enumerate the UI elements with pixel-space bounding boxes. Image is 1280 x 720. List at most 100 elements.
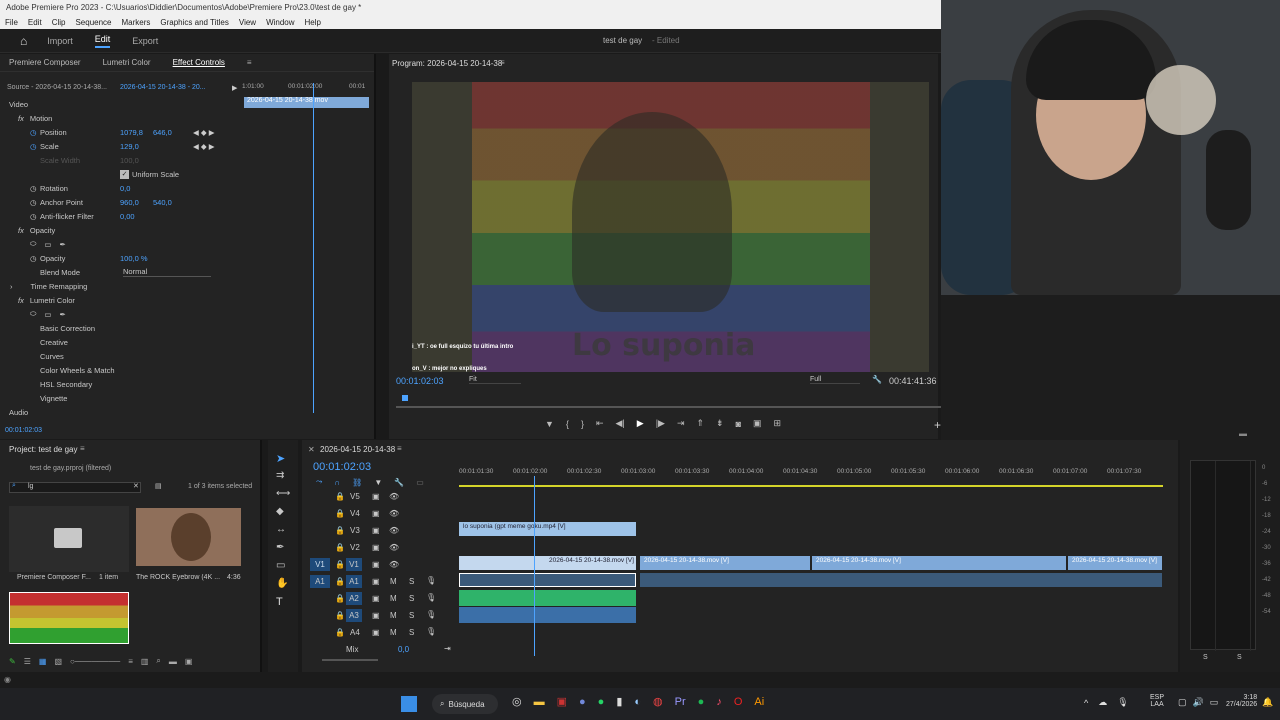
windows-start-icon[interactable] <box>401 696 417 712</box>
mic-icon[interactable]: 🎙 <box>426 593 436 602</box>
lumetri-effect-row[interactable]: fx Lumetri Color <box>0 293 240 307</box>
rect-mask-icon[interactable]: ▭ <box>44 240 51 249</box>
lumetri-item[interactable]: Color Wheels & Match <box>0 363 240 377</box>
menu-help[interactable]: Help <box>305 18 321 27</box>
stopwatch-icon[interactable]: ◷ <box>30 142 37 151</box>
mix-value[interactable]: 0,0 <box>398 645 409 654</box>
clear-search-icon[interactable]: ✕ <box>133 482 139 490</box>
timeline-audio-clip[interactable] <box>459 607 636 623</box>
camera-icon[interactable]: ◙ <box>736 419 741 429</box>
source-selector[interactable]: Source - 2026-04-15 20-14-38... <box>7 84 115 91</box>
obs-icon[interactable]: ◎ <box>512 695 522 708</box>
ec-playhead[interactable] <box>313 83 314 413</box>
hand-tool-icon[interactable]: ✋ <box>276 578 288 589</box>
mute-button[interactable]: M <box>390 577 397 586</box>
scale-value[interactable]: 129,0 <box>120 142 139 151</box>
quality-select[interactable]: Full <box>810 376 860 384</box>
add-button[interactable]: + <box>934 418 941 432</box>
game-icon[interactable]: ▣ <box>557 695 567 708</box>
clip-thumbnail[interactable] <box>136 508 241 566</box>
tab-premiere-composer[interactable]: Premiere Composer <box>9 58 81 67</box>
mark-in-icon[interactable]: { <box>566 419 569 429</box>
tiktok-icon[interactable]: ♪ <box>716 696 722 708</box>
icon-view-icon[interactable]: ▦ <box>39 657 47 666</box>
rectangle-tool-icon[interactable]: ▭ <box>276 560 285 571</box>
eye-icon[interactable]: 👁 <box>389 560 399 569</box>
menu-sequence[interactable]: Sequence <box>75 18 111 27</box>
menu-graphics[interactable]: Graphics and Titles <box>160 18 228 27</box>
notification-icon[interactable]: 🔔 <box>1262 697 1273 708</box>
selected-clip-thumbnail[interactable] <box>9 592 129 644</box>
timeline-clip-v3[interactable]: lo suponia (gpt meme goku.mp4 [V] <box>459 522 636 536</box>
discord-icon[interactable]: ● <box>579 696 586 708</box>
fit-select[interactable]: Fit <box>469 376 521 384</box>
taskbar-search[interactable]: ⌕ Búsqueda <box>432 694 498 714</box>
new-item-icon[interactable]: ▣ <box>185 657 193 666</box>
program-timecode[interactable]: 00:01:02:03 <box>396 376 444 386</box>
opera-icon[interactable]: O <box>734 696 743 708</box>
lock-icon[interactable]: 🔒 <box>335 577 345 586</box>
lock-icon[interactable]: 🔒 <box>335 594 345 603</box>
timeline-audio-clip[interactable] <box>459 590 636 606</box>
program-video-frame[interactable]: Lo suponia i_YT : oe full esquizo tu últ… <box>412 82 929 372</box>
multicam-icon[interactable]: ⊞ <box>774 418 782 429</box>
panel-menu-icon[interactable]: ≡ <box>397 444 402 453</box>
source-patch-a1[interactable]: A1 <box>310 575 330 588</box>
mute-button[interactable]: M <box>390 611 397 620</box>
steam-icon[interactable]: ◐ <box>634 696 641 708</box>
blend-mode-select[interactable]: Normal <box>123 267 211 277</box>
mic-icon[interactable]: 🎙 <box>1117 697 1128 708</box>
track-select-tool-icon[interactable]: ⇉ <box>276 470 284 481</box>
anchor-x-value[interactable]: 960,0 <box>120 198 139 207</box>
pen-mask-icon[interactable]: ✒ <box>60 310 66 319</box>
program-scrubber[interactable] <box>396 406 946 408</box>
go-to-in-icon[interactable]: ⇤ <box>596 418 604 429</box>
freeform-view-icon[interactable]: ▧ <box>54 657 62 666</box>
eye-icon[interactable]: 👁 <box>389 543 399 552</box>
lock-icon[interactable]: 🔒 <box>335 628 345 637</box>
timeline-clip-v1[interactable]: 2026-04-15 20-14-38.mov [V] <box>640 556 810 570</box>
wrench-icon[interactable]: 🔧 <box>872 375 882 384</box>
stopwatch-icon[interactable]: ◷ <box>30 128 37 137</box>
toggle-sync-icon[interactable]: ▣ <box>372 560 380 569</box>
stopwatch-icon[interactable]: ◷ <box>30 212 37 221</box>
timeline-zoom-scrollbar[interactable] <box>322 659 378 661</box>
track-label[interactable]: A1 <box>346 575 362 588</box>
settings-icon[interactable]: 🔧 <box>394 478 404 487</box>
solo-button[interactable]: S <box>409 577 414 586</box>
compare-icon[interactable]: ▣ <box>753 418 762 429</box>
menu-edit[interactable]: Edit <box>28 18 42 27</box>
stopwatch-icon[interactable]: ◷ <box>30 198 37 207</box>
timeline-timecode[interactable]: 00:01:02:03 <box>313 461 371 473</box>
marker-icon[interactable]: ▼ <box>545 419 554 429</box>
rect-mask-icon[interactable]: ▭ <box>44 310 51 319</box>
go-to-end-icon[interactable]: ⇥ <box>444 644 451 653</box>
ripple-edit-tool-icon[interactable]: ⟷ <box>276 488 290 499</box>
chrome-icon[interactable]: ◍ <box>653 695 663 708</box>
solo-button[interactable]: S <box>409 628 414 637</box>
new-bin-icon[interactable]: ▤ <box>155 482 162 490</box>
snap-icon[interactable]: ∩ <box>334 478 340 487</box>
cloud-icon[interactable]: ☁ <box>1098 697 1107 708</box>
timeline-playhead[interactable] <box>534 476 535 656</box>
eye-icon[interactable]: 👁 <box>389 526 399 535</box>
tab-export[interactable]: Export <box>132 36 158 46</box>
type-tool-icon[interactable]: T <box>276 596 283 608</box>
epic-games-icon[interactable]: ▮ <box>616 695 622 708</box>
toggle-sync-icon[interactable]: ▣ <box>372 611 380 620</box>
premiere-icon[interactable]: Pr <box>675 696 686 708</box>
spotify-icon[interactable]: ● <box>698 696 705 708</box>
lock-icon[interactable]: 🔒 <box>335 543 345 552</box>
motion-effect-row[interactable]: fx Motion <box>0 111 240 125</box>
toggle-sync-icon[interactable]: ▣ <box>372 628 380 637</box>
go-to-out-icon[interactable]: ⇥ <box>677 418 685 429</box>
home-icon[interactable]: ⌂ <box>20 34 27 48</box>
find-icon[interactable]: ⌕ <box>156 656 160 666</box>
file-explorer-icon[interactable]: ▬ <box>534 696 545 708</box>
list-view-icon[interactable]: ☰ <box>24 657 31 666</box>
captions-icon[interactable]: ▭ <box>416 478 424 487</box>
time-remap-row[interactable]: › Time Remapping <box>0 279 240 293</box>
whatsapp-icon[interactable]: ● <box>598 696 605 708</box>
tray-status[interactable]: ▢ 🔊 ▭ <box>1178 697 1218 708</box>
position-x-value[interactable]: 1079,8 <box>120 128 143 137</box>
